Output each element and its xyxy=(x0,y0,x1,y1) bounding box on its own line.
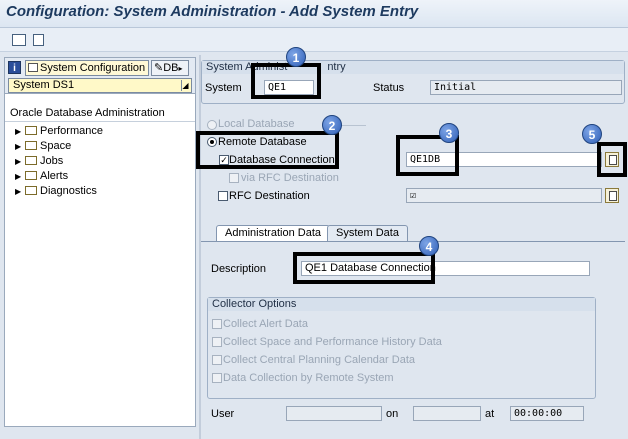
tree-item-alerts[interactable]: ▶ Alerts xyxy=(15,169,68,183)
user-field xyxy=(286,406,382,421)
system-selector-value: System DS1 xyxy=(13,79,75,91)
collector-options-title: Collector Options xyxy=(208,298,595,311)
expand-icon[interactable]: ▶ xyxy=(15,185,25,199)
table-icon[interactable] xyxy=(12,34,26,46)
local-database-radio xyxy=(207,120,217,130)
via-rfc-label: via RFC Destination xyxy=(241,172,339,184)
left-pane-header: i System Configuration ✎DB▸ System DS1 ◢ xyxy=(5,58,195,94)
tree-item-jobs[interactable]: ▶ Jobs xyxy=(15,154,63,168)
at-time-field: 00:00:00 xyxy=(510,406,584,421)
highlight-box-4 xyxy=(293,252,435,284)
callout-badge-1: 1 xyxy=(286,47,306,67)
tree-item-diagnostics[interactable]: ▶ Diagnostics xyxy=(15,184,97,198)
highlight-box-5 xyxy=(597,142,627,177)
rfc-destination-label: RFC Destination xyxy=(229,190,310,202)
tab-db-label: DB xyxy=(163,62,179,74)
new-document-icon[interactable] xyxy=(33,34,44,46)
highlight-box-2 xyxy=(196,131,339,169)
system-label: System xyxy=(205,82,242,94)
rfc-destination-checkbox[interactable] xyxy=(218,191,228,201)
on-date-field xyxy=(413,406,481,421)
tree-item-label: Alerts xyxy=(40,170,69,182)
chevron-right-icon: ▸ xyxy=(178,64,183,73)
folder-icon xyxy=(25,126,37,135)
on-label: on xyxy=(386,408,399,420)
tab-system-configuration-label: System Configuration xyxy=(40,62,146,74)
title-bar: Configuration: System Administration - A… xyxy=(0,0,628,28)
highlight-box-1 xyxy=(251,63,321,99)
collect-space-checkbox xyxy=(212,337,222,347)
user-label: User xyxy=(211,408,235,420)
tab-system-configuration[interactable]: System Configuration xyxy=(25,60,149,76)
expand-icon[interactable]: ▶ xyxy=(15,140,25,154)
tab-db[interactable]: ✎DB▸ xyxy=(151,60,189,76)
collect-space-label: Collect Space and Performance History Da… xyxy=(223,336,442,348)
callout-badge-5: 5 xyxy=(582,124,602,144)
tree-item-space[interactable]: ▶ Space xyxy=(15,139,71,153)
rfc-value-help-button[interactable] xyxy=(605,188,619,203)
separator-line xyxy=(341,125,366,126)
info-icon[interactable]: i xyxy=(8,61,21,74)
application-toolbar xyxy=(0,28,628,52)
collect-alert-checkbox xyxy=(212,319,222,329)
tree-item-performance[interactable]: ▶ Performance xyxy=(15,124,103,138)
dropdown-arrow-icon[interactable]: ◢ xyxy=(181,80,189,91)
tree-item-label: Performance xyxy=(40,125,103,137)
local-database-label: Local Database xyxy=(218,118,295,130)
tree-item-label: Jobs xyxy=(40,155,64,167)
callout-badge-2: 2 xyxy=(322,115,342,135)
folder-icon xyxy=(25,171,37,180)
folder-icon xyxy=(25,156,37,165)
rfc-destination-field[interactable]: ☑ xyxy=(406,188,602,203)
tab-strip-line xyxy=(201,241,625,242)
checkmark-icon: ☑ xyxy=(410,190,417,201)
tree-item-label: Space xyxy=(40,140,72,152)
window-title: Configuration: System Administration - A… xyxy=(6,3,419,20)
collect-remote-label: Data Collection by Remote System xyxy=(223,372,394,384)
tab-system-data[interactable]: System Data xyxy=(327,225,408,241)
left-navigation-pane: i System Configuration ✎DB▸ System DS1 ◢… xyxy=(4,57,196,427)
collect-ccp-label: Collect Central Planning Calendar Data xyxy=(223,354,415,366)
folder-icon xyxy=(25,141,37,150)
right-detail-pane: System Administ ntry System QE1 Status In… xyxy=(196,47,628,439)
via-rfc-checkbox xyxy=(229,173,239,183)
pencil-icon: ✎ xyxy=(154,62,164,74)
tree-title: Oracle Database Administration xyxy=(5,106,195,122)
system-selector[interactable]: System DS1 ◢ xyxy=(8,78,192,93)
callout-badge-4: 4 xyxy=(419,236,439,256)
callout-badge-3: 3 xyxy=(439,123,459,143)
tree-item-label: Diagnostics xyxy=(40,185,97,197)
collect-remote-checkbox xyxy=(212,373,222,383)
group-title-end: ntry xyxy=(327,61,346,73)
tab-administration-data[interactable]: Administration Data xyxy=(216,225,330,241)
folder-icon xyxy=(25,186,37,195)
collect-ccp-checkbox xyxy=(212,355,222,365)
expand-icon[interactable]: ▶ xyxy=(15,155,25,169)
collect-alert-label: Collect Alert Data xyxy=(223,318,308,330)
at-label: at xyxy=(485,408,495,420)
expand-icon[interactable]: ▶ xyxy=(15,170,25,184)
description-label: Description xyxy=(211,263,267,275)
folder-tab-icon xyxy=(28,63,38,72)
expand-icon[interactable]: ▶ xyxy=(15,125,25,139)
status-field: Initial xyxy=(430,80,622,95)
status-label: Status xyxy=(373,82,405,94)
